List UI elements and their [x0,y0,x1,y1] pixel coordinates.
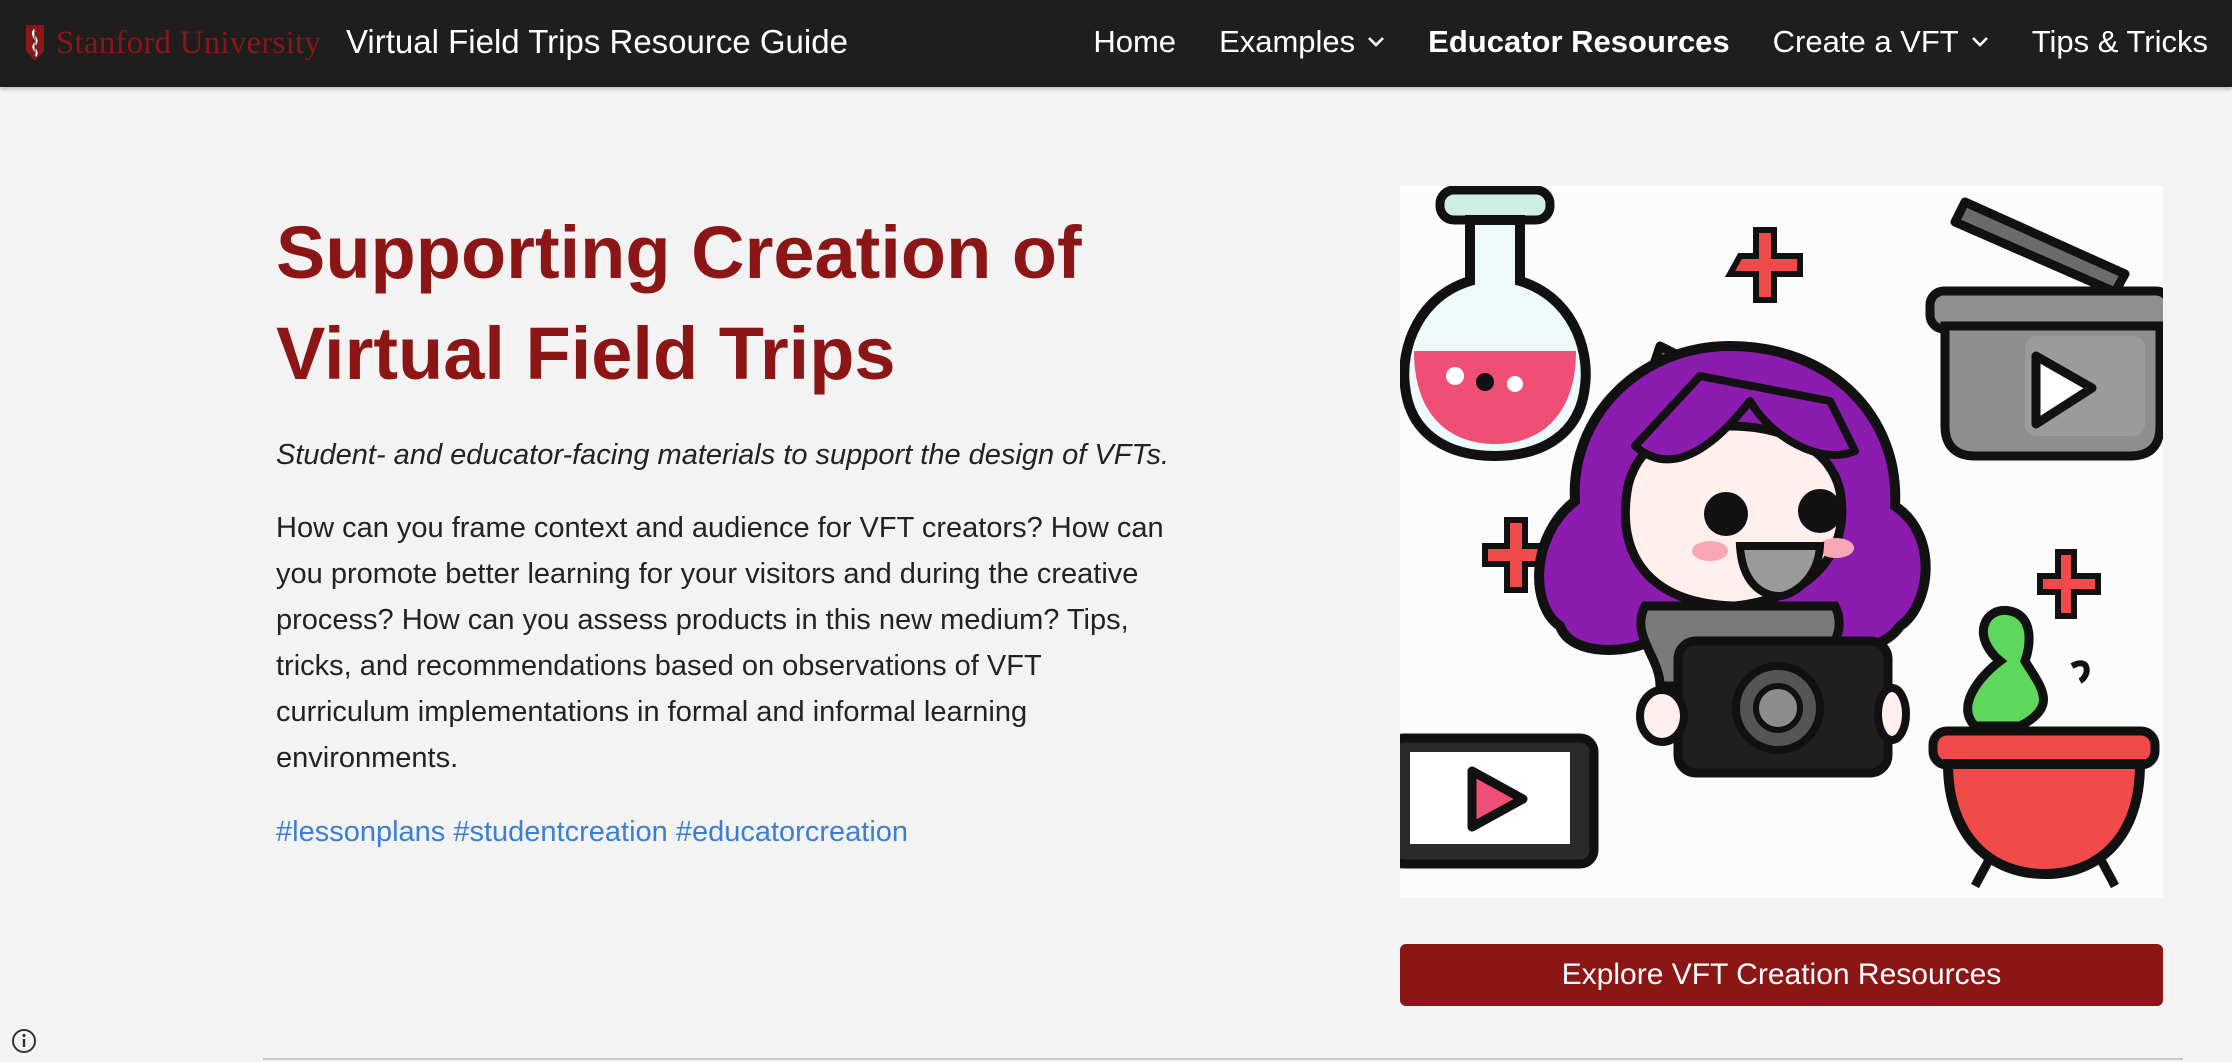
logo-text: Stanford University [56,24,322,61]
nav-educator-resources-label: Educator Resources [1428,24,1730,59]
nav-examples[interactable]: Examples [1219,24,1385,60]
nav-home-label: Home [1093,24,1177,59]
flask-icon [1399,185,1591,462]
page-subtitle: Student- and educator-facing materials t… [276,439,1170,471]
video-play-icon [1385,733,1599,869]
chevron-down-icon [1971,37,1988,47]
hashtags: #lessonplans #studentcreation #educatorc… [276,812,908,852]
nav-create-a-vft[interactable]: Create a VFT [1773,24,1989,60]
main-nav: Home Examples Educator Resources Create … [1050,20,2208,64]
site-header: Stanford University Virtual Field Trips … [0,0,2232,87]
hashtag-educatorcreation[interactable]: #educatorcreation [676,816,908,848]
stanford-tree-logo-icon [26,25,44,61]
page-title-line-2: Virtual Field Trips [276,312,896,395]
nav-educator-resources[interactable]: Educator Resources [1428,24,1730,60]
stanford-logo[interactable]: Stanford University [22,18,321,68]
nav-tips-and-tricks[interactable]: Tips & Tricks [2032,24,2208,60]
info-button[interactable] [9,1026,39,1056]
plus-icon [2037,549,2101,619]
nav-tips-and-tricks-label: Tips & Tricks [2031,24,2208,59]
page-title: Supporting Creation of Virtual Field Tri… [276,202,1176,404]
info-icon [12,1029,36,1053]
hashtag-lessonplans[interactable]: #lessonplans [276,816,445,848]
video-play-icon [1925,197,2175,461]
page-title-line-1: Supporting Creation of [276,211,1082,294]
intro-paragraph: How can you frame context and audience f… [276,512,1164,774]
hashtag-studentcreation[interactable]: #studentcreation [453,816,667,848]
section-divider [263,1058,2183,1060]
explore-vft-creation-resources-button[interactable]: Explore VFT Creation Resources [1400,944,2163,1006]
cartoon-creator-illustration [1385,185,2175,889]
plus-icon [1724,227,1803,303]
character-girl-icon [1534,340,1931,778]
nav-home[interactable]: Home [1093,24,1176,60]
nav-create-a-vft-label: Create a VFT [1772,24,1959,59]
chevron-down-icon [1368,37,1385,47]
nav-examples-label: Examples [1219,24,1356,59]
cauldron-icon [1928,606,2160,889]
site-title[interactable]: Virtual Field Trips Resource Guide [346,20,848,64]
hero-illustration [1385,185,2175,898]
